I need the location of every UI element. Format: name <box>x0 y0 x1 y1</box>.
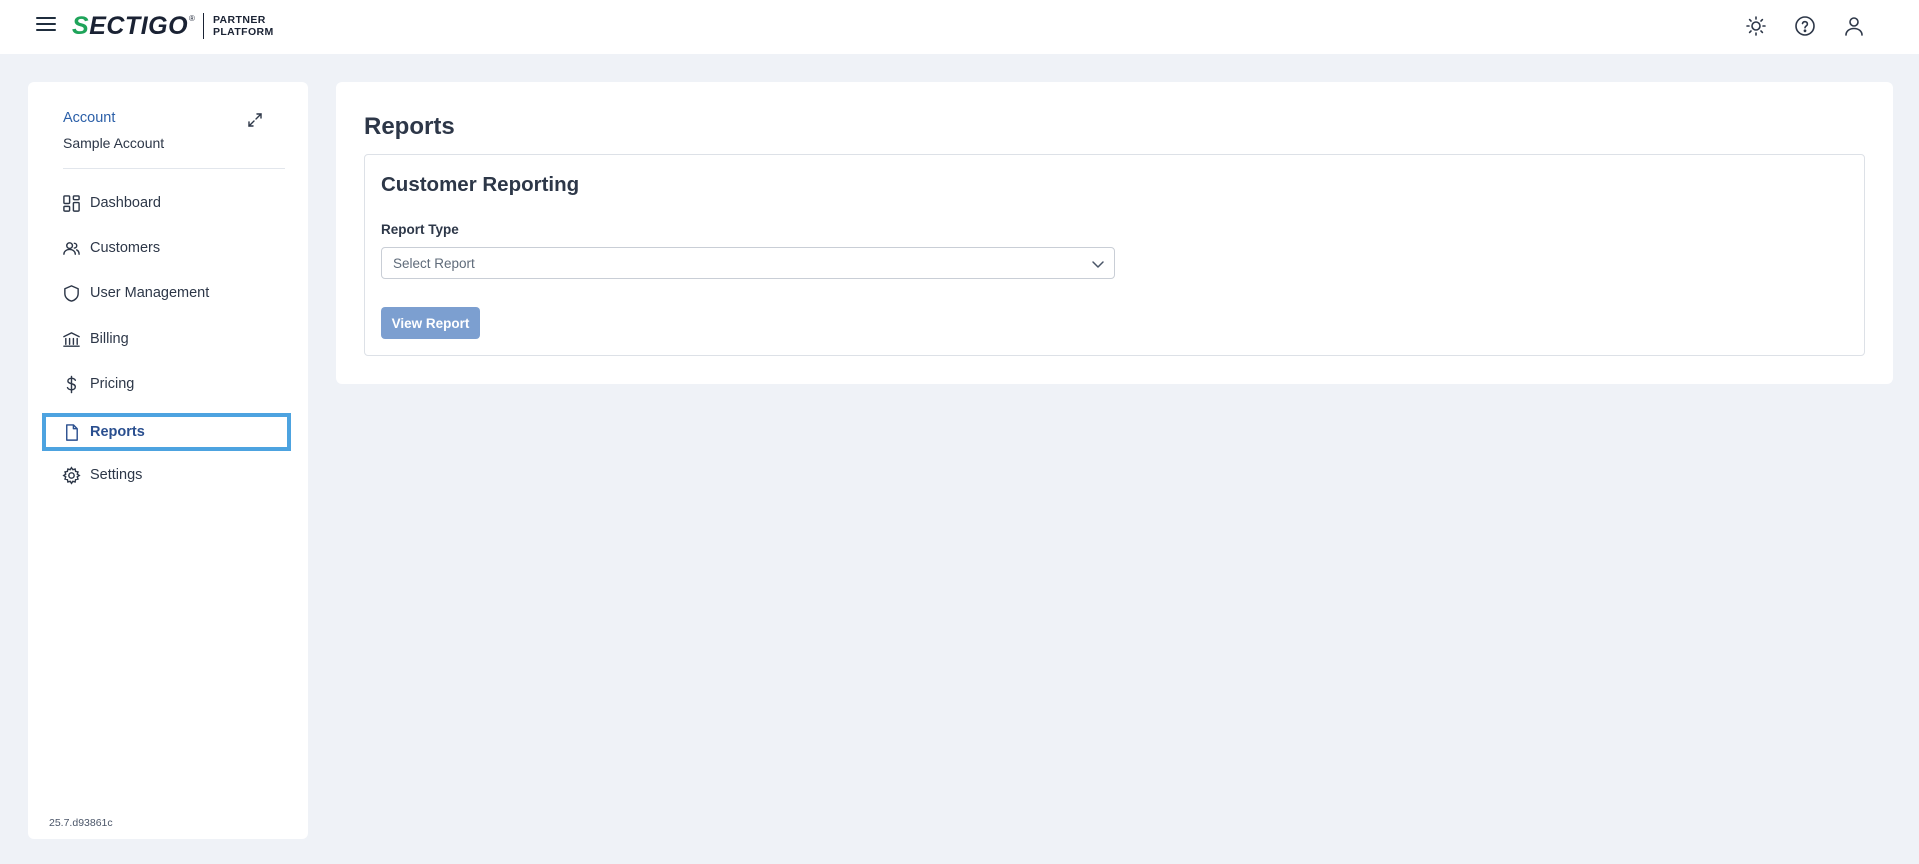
logo-divider <box>202 13 204 39</box>
sidebar-item-user-management[interactable]: User Management <box>42 274 291 312</box>
account-block: Account Sample Account <box>63 110 164 151</box>
chevron-down-icon <box>1092 261 1104 268</box>
view-report-button[interactable]: View Report <box>381 307 480 339</box>
select-placeholder: Select Report <box>393 255 475 271</box>
page-title: Reports <box>364 113 455 140</box>
help-icon[interactable] <box>1793 14 1817 38</box>
sun-icon[interactable] <box>1744 14 1768 38</box>
user-icon[interactable] <box>1842 14 1866 38</box>
logo-subtitle-line2: PLATFORM <box>212 26 274 38</box>
report-type-select[interactable]: Select Report <box>381 247 1115 279</box>
sidebar-item-reports[interactable]: Reports <box>42 413 291 451</box>
sidebar: Account Sample Account Dashboard Custome… <box>28 82 308 839</box>
account-name: Sample Account <box>63 135 165 151</box>
dollar-icon <box>66 375 77 393</box>
file-icon <box>66 423 78 441</box>
bank-icon <box>63 331 80 347</box>
sidebar-item-label: Dashboard <box>90 195 161 211</box>
logo-subtitle-line1: PARTNER <box>212 14 266 26</box>
users-icon <box>63 241 80 255</box>
gear-icon <box>62 465 81 485</box>
account-label[interactable]: Account <box>63 110 164 126</box>
report-type-label: Report Type <box>381 222 459 237</box>
sidebar-item-label: User Management <box>90 285 210 301</box>
sectigo-logo[interactable]: S ECTIGO ® PARTNER PLATFORM <box>72 12 274 40</box>
card-title: Customer Reporting <box>381 173 580 196</box>
menu-icon[interactable] <box>36 17 56 33</box>
sidebar-item-billing[interactable]: Billing <box>42 320 291 358</box>
version-text: 25.7.d93861c <box>49 817 113 829</box>
sidebar-item-settings[interactable]: Settings <box>42 456 291 494</box>
sidebar-item-label: Reports <box>90 424 145 440</box>
sidebar-item-label: Pricing <box>90 376 135 392</box>
sidebar-item-pricing[interactable]: Pricing <box>42 365 291 403</box>
sidebar-item-label: Settings <box>90 467 143 483</box>
sidebar-item-label: Customers <box>90 240 161 256</box>
logo-registered-mark: ® <box>189 14 195 23</box>
shield-icon <box>64 284 79 302</box>
logo-subtitle: PARTNER PLATFORM <box>213 14 274 38</box>
sidebar-item-customers[interactable]: Customers <box>42 229 291 267</box>
main-panel: Reports Customer Reporting Report Type S… <box>336 82 1893 384</box>
dashboard-icon <box>63 194 80 212</box>
expand-icon[interactable] <box>246 111 264 129</box>
customer-reporting-card: Customer Reporting Report Type Select Re… <box>364 154 1865 356</box>
sidebar-item-dashboard[interactable]: Dashboard <box>42 184 291 222</box>
sidebar-divider <box>63 168 285 169</box>
sidebar-item-label: Billing <box>90 331 129 347</box>
logo-wordmark: S ECTIGO <box>72 11 189 40</box>
top-header: S ECTIGO ® PARTNER PLATFORM <box>0 0 1919 54</box>
